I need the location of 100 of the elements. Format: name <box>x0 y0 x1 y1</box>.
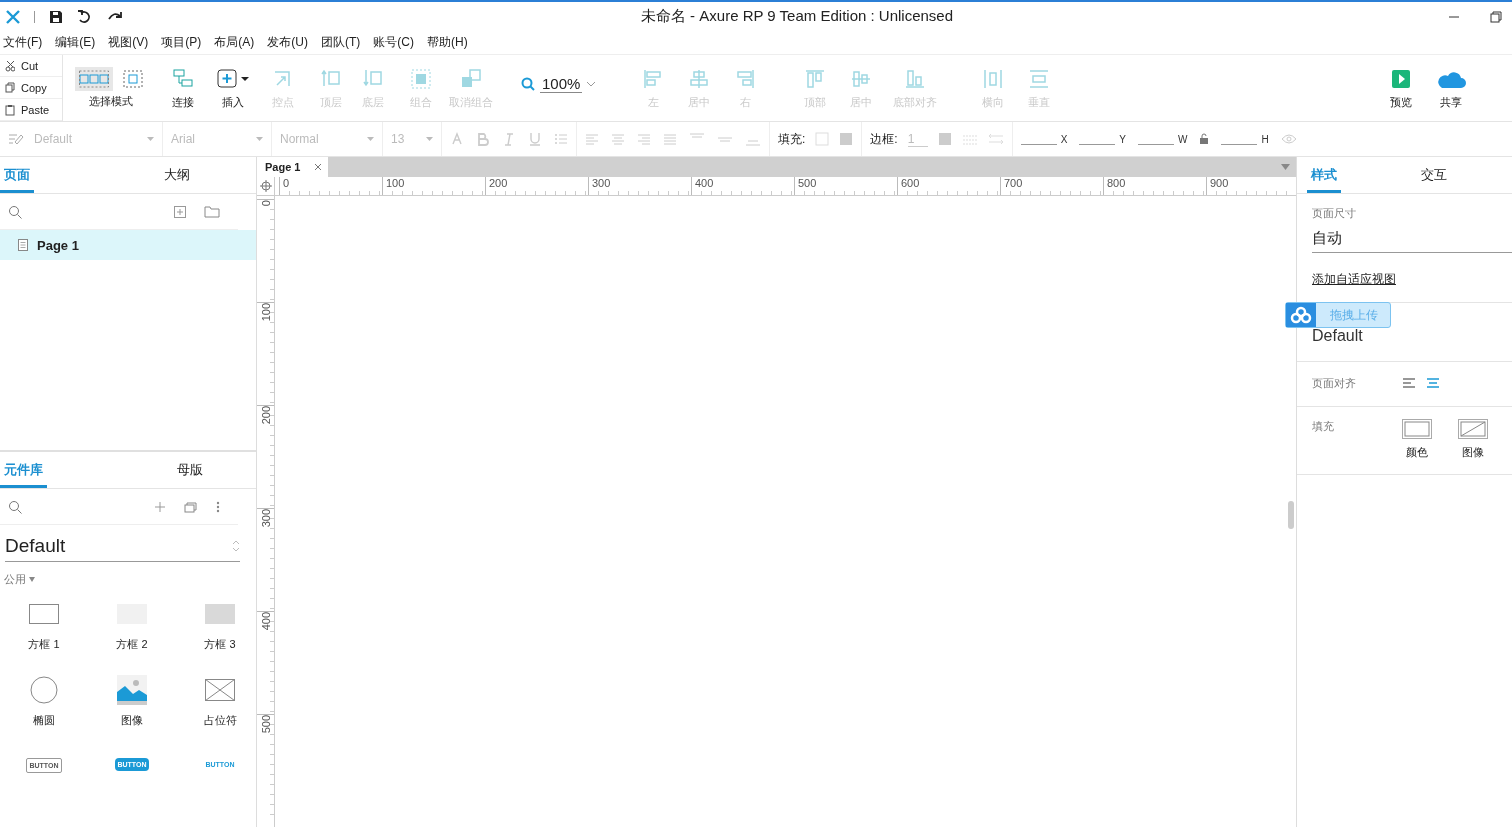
align-center-icon <box>689 68 710 89</box>
connector-icon <box>173 68 193 89</box>
menu-item[interactable]: 布局(A) <box>214 34 255 51</box>
align-center-icon[interactable] <box>1426 377 1440 389</box>
caret-icon <box>426 137 433 141</box>
menu-item[interactable]: 帮助(H) <box>427 34 468 51</box>
caret-icon <box>367 137 374 141</box>
widget-label: 方框 2 <box>116 637 148 652</box>
bring-front-icon <box>321 68 341 89</box>
style-name: Default <box>1312 327 1363 345</box>
ruler-label: 200 <box>485 177 588 195</box>
undo-icon[interactable] <box>77 9 93 24</box>
ruler-label: 300 <box>588 177 691 195</box>
close-icon[interactable] <box>314 163 323 171</box>
align-right-icon <box>735 68 756 89</box>
clipboard-button[interactable]: Paste <box>0 99 62 121</box>
ruler-label: 700 <box>1000 177 1103 195</box>
menu-item[interactable]: 编辑(E) <box>55 34 96 51</box>
scissors-icon <box>5 59 15 72</box>
image-icon[interactable] <box>117 675 147 705</box>
menu-item[interactable]: 视图(V) <box>108 34 149 51</box>
tool-button[interactable]: 连接 <box>169 66 197 110</box>
up-down-chevron-icon <box>232 540 240 552</box>
folder-icon[interactable] <box>204 205 220 218</box>
page-item[interactable]: Page 1 <box>0 230 256 260</box>
page-size-field[interactable]: 自动 <box>1312 221 1512 253</box>
ruler-label: 300 <box>259 509 272 528</box>
caret-icon <box>29 577 35 582</box>
plus-icon <box>217 68 237 89</box>
preview-button[interactable]: 预览 <box>1387 66 1415 110</box>
ruler-label: 500 <box>259 715 272 734</box>
page-icon <box>18 239 28 251</box>
clipboard-button[interactable]: Cut <box>0 55 62 77</box>
circle-icon[interactable] <box>30 675 58 705</box>
menu-item[interactable]: 项目(P) <box>161 34 202 51</box>
align-left-icon <box>643 68 664 89</box>
section-label: 页面对齐 <box>1312 375 1357 391</box>
widget-label: 图像 <box>121 713 143 728</box>
ruler-label: 400 <box>691 177 794 195</box>
ruler-label: 100 <box>259 303 272 322</box>
align-bottom-icon <box>905 68 926 89</box>
menu-item[interactable]: 发布(U) <box>267 34 308 51</box>
ruler-label: 200 <box>259 406 272 425</box>
menu-item[interactable]: 文件(F) <box>3 34 43 51</box>
cloud-logo-icon <box>1286 303 1316 327</box>
group-icon <box>411 68 431 89</box>
add-page-icon[interactable] <box>174 205 186 218</box>
copy-icon <box>5 81 15 94</box>
ruler-label: 0 <box>279 177 382 195</box>
ruler-label: 800 <box>1103 177 1206 195</box>
border-label: 边框: <box>870 130 898 148</box>
chevron-down-icon <box>587 81 596 87</box>
more-options-icon[interactable] <box>216 500 220 513</box>
select-mode-button[interactable] <box>75 67 113 91</box>
align-left-icon[interactable] <box>1402 377 1416 389</box>
widget-label: 方框 1 <box>28 637 60 652</box>
send-back-icon <box>363 68 383 89</box>
panel-tab[interactable]: 交互 <box>1401 157 1512 193</box>
library-dropdown[interactable]: Default <box>5 531 240 562</box>
panel-tab[interactable]: 页面 <box>0 157 34 193</box>
ungroup-icon <box>461 68 481 89</box>
search-icon <box>521 77 535 91</box>
library-stack-icon[interactable] <box>184 500 198 513</box>
distribute-horizontal-icon <box>983 68 1004 89</box>
fill-color-button[interactable]: 颜色 <box>1402 419 1432 460</box>
app-logo-icon <box>6 9 20 24</box>
widget-label: 椭圆 <box>33 713 55 728</box>
page-tab[interactable]: Page 1 <box>257 157 329 177</box>
panel-tab[interactable]: 大纲 <box>144 157 256 193</box>
fill-image-button[interactable]: 图像 <box>1458 419 1488 460</box>
search-icon[interactable] <box>8 204 22 219</box>
clipboard-button[interactable]: Copy <box>0 77 62 99</box>
scrollbar-thumb[interactable] <box>1288 501 1294 529</box>
widget-label: 方框 3 <box>204 637 236 652</box>
caret-icon <box>241 75 249 82</box>
panel-tab[interactable]: 样式 <box>1307 157 1341 193</box>
panel-tab[interactable]: 母版 <box>157 452 256 488</box>
search-icon[interactable] <box>8 499 22 514</box>
caret-icon <box>147 137 154 141</box>
zoom-field[interactable]: 100% <box>521 55 596 121</box>
section-label: 页面尺寸 <box>1312 206 1356 221</box>
window-title: 未命名 - Axure RP 9 Team Edition : Unlicensed <box>639 7 955 26</box>
distribute-vertical-icon <box>1029 68 1050 89</box>
restore-icon[interactable] <box>1490 10 1502 23</box>
align-middle-icon <box>851 68 872 89</box>
insert-button[interactable]: 插入 <box>217 66 249 110</box>
category-toggle[interactable]: 公用 <box>4 572 44 587</box>
select-mode-label: 选择模式 <box>89 94 133 109</box>
align-top-icon <box>805 68 826 89</box>
panel-tab[interactable]: 元件库 <box>0 452 47 488</box>
caret-icon <box>256 137 263 141</box>
ruler-label: 400 <box>259 612 272 631</box>
menu-item[interactable]: 账号(C) <box>373 34 414 51</box>
caret-icon[interactable] <box>1281 164 1290 170</box>
handle-icon <box>273 68 293 89</box>
plus-icon[interactable] <box>154 500 166 513</box>
save-icon[interactable] <box>49 9 63 24</box>
adaptive-view-link[interactable]: 添加自适应视图 <box>1312 271 1396 288</box>
menu-item[interactable]: 团队(T) <box>321 34 361 51</box>
share-button[interactable]: 共享 <box>1435 66 1467 110</box>
